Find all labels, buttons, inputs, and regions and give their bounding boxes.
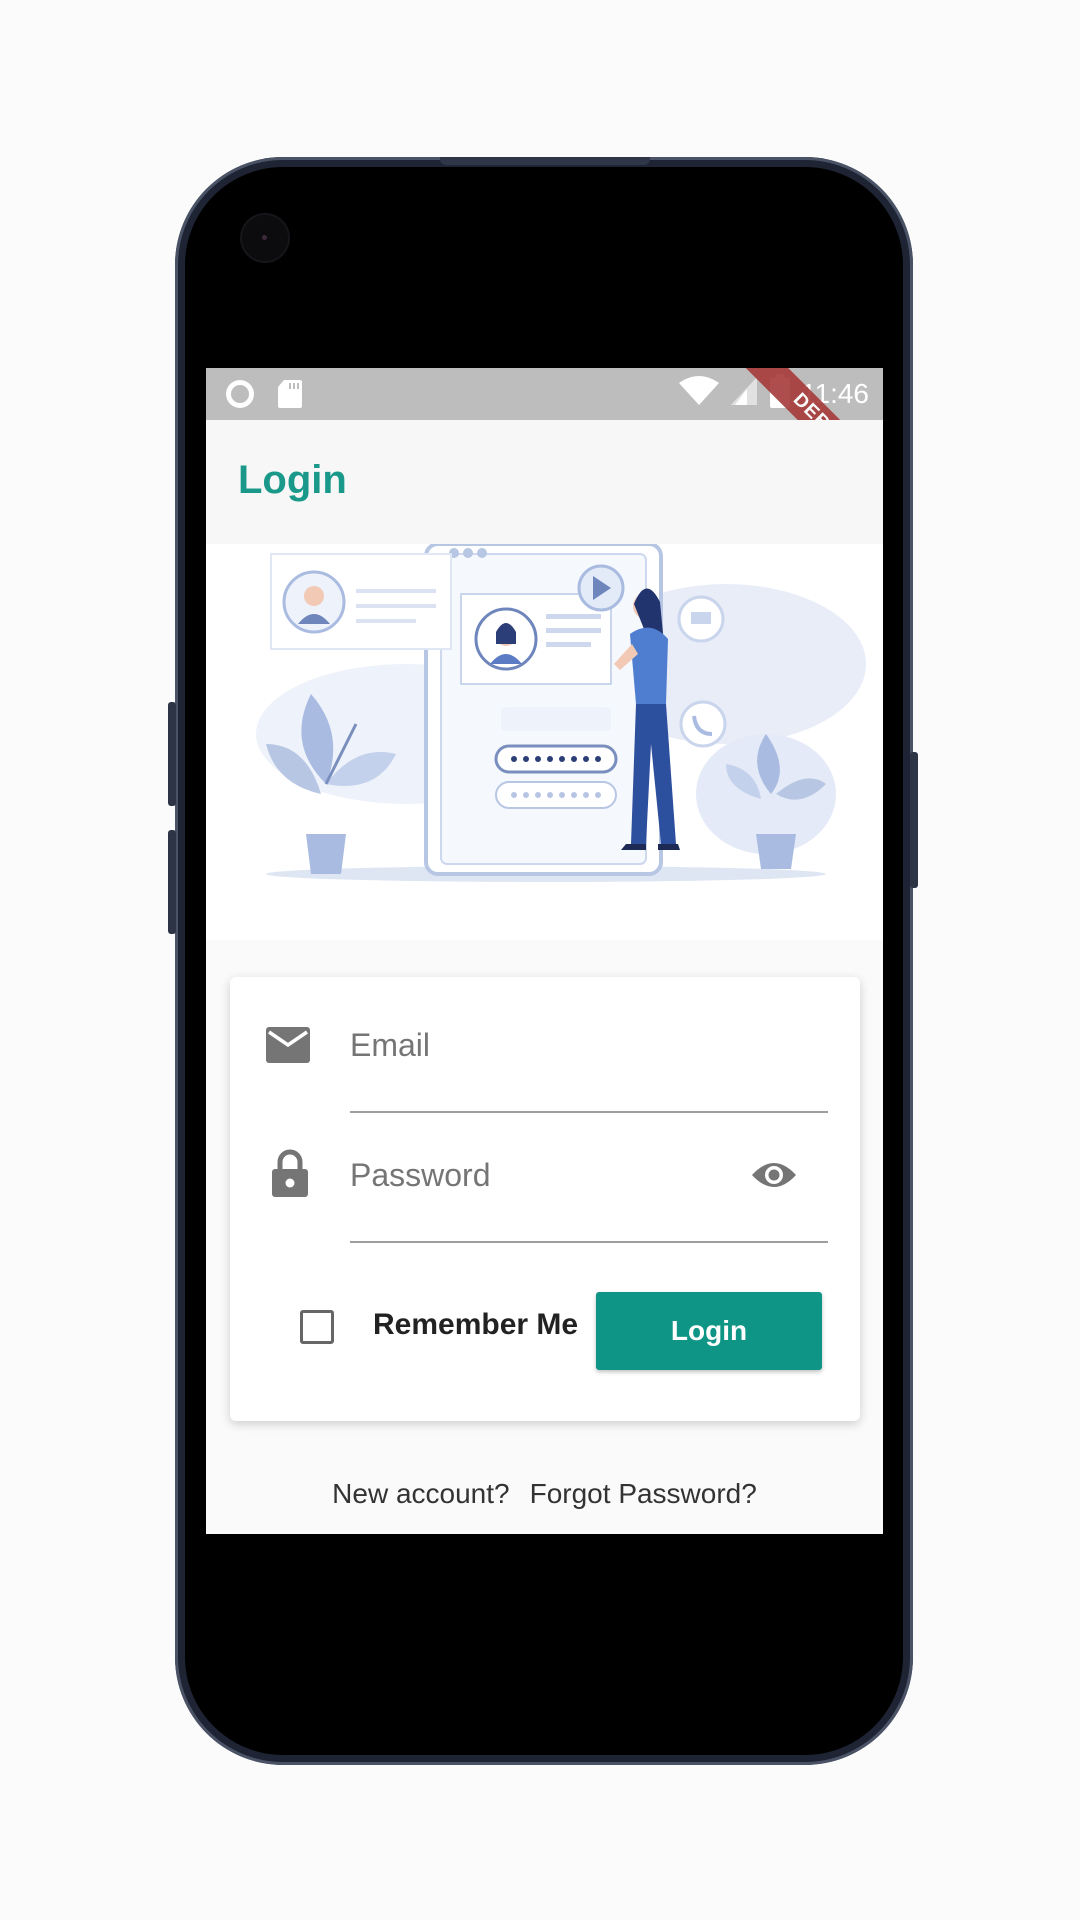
signal-icon	[729, 375, 759, 412]
app-bar: Login	[206, 420, 883, 544]
page-title: Login	[238, 458, 347, 502]
volume-down-button	[168, 830, 176, 934]
record-icon	[224, 378, 256, 415]
email-field[interactable]: Email	[350, 1015, 828, 1113]
visibility-toggle-icon[interactable]	[750, 1157, 798, 1198]
power-button	[910, 752, 918, 888]
remember-me-checkbox[interactable]	[300, 1310, 334, 1344]
email-icon	[266, 1027, 310, 1068]
forgot-password-link[interactable]: Forgot Password?	[530, 1478, 757, 1510]
login-button[interactable]: Login	[596, 1292, 822, 1370]
new-account-link[interactable]: New account?	[332, 1478, 509, 1510]
volume-up-button	[168, 702, 176, 806]
wifi-icon	[679, 375, 719, 412]
status-bar: 11:46 DEBUG	[206, 368, 883, 508]
email-input[interactable]: Email	[350, 1027, 430, 1064]
login-button-label: Login	[670, 1315, 748, 1346]
remember-me-label[interactable]: Remember Me	[373, 1308, 578, 1342]
password-input[interactable]: Password	[350, 1157, 491, 1194]
sd-card-icon	[276, 378, 304, 415]
speaker-slot	[440, 157, 650, 165]
front-camera	[242, 215, 288, 261]
password-field[interactable]: Password	[350, 1145, 828, 1243]
footer-links: New account? Forgot Password?	[206, 1478, 883, 1510]
login-card: Email Password Remember Me Login	[230, 977, 860, 1421]
login-illustration	[206, 542, 883, 940]
lock-icon	[272, 1149, 308, 1202]
app-screen: 11:46 DEBUG Login	[206, 368, 883, 1534]
